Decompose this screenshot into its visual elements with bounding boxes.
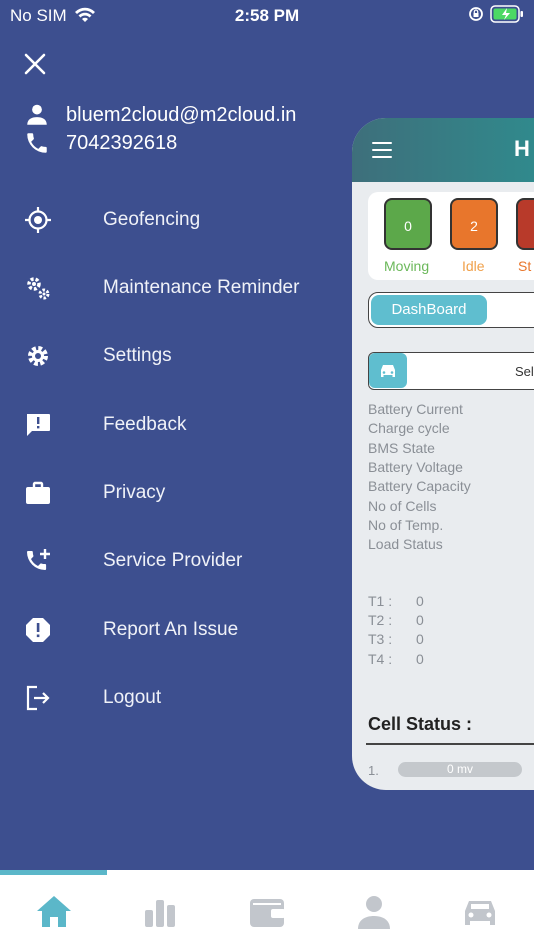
vehicle-status-summary: 0 2 Moving Idle St (368, 192, 534, 280)
bottom-tab-bar (0, 870, 534, 950)
background-app-card[interactable]: H 0 2 Moving Idle St DashBoard Sele Batt… (352, 118, 534, 790)
user-email: bluem2cloud@m2cloud.in (66, 103, 297, 126)
battery-charging-icon (490, 5, 523, 23)
gears-icon (27, 277, 50, 300)
info-no-of-temp: No of Temp. (368, 517, 444, 533)
car-icon[interactable] (460, 892, 500, 932)
cell-index: 1. (368, 763, 379, 778)
menu-item-settings[interactable]: Settings (0, 328, 330, 384)
info-bms-state: BMS State (368, 440, 435, 456)
dashboard-tab-row: DashBoard (368, 292, 534, 328)
menu-item-service-provider[interactable]: Service Provider (0, 533, 330, 589)
info-charge-cycle: Charge cycle (368, 420, 450, 436)
info-load-status: Load Status (368, 536, 443, 552)
menu-item-privacy[interactable]: Privacy (0, 465, 330, 521)
temp-value: 0 (416, 631, 424, 647)
user-phone: 7042392618 (66, 131, 178, 154)
menu-label: Feedback (103, 414, 187, 435)
phone-icon (27, 133, 47, 153)
person-icon (27, 104, 47, 125)
home-icon[interactable] (34, 892, 74, 932)
active-tab-indicator (0, 870, 107, 875)
temp-value: 0 (416, 612, 424, 628)
menu-item-maintenance-reminder[interactable]: Maintenance Reminder (0, 260, 330, 316)
temp-label: T4 : (368, 651, 393, 667)
person-icon[interactable] (354, 892, 394, 932)
app-header: H (352, 118, 534, 182)
cell-voltage-bar: 0 mv (398, 762, 522, 777)
menu-item-geofencing[interactable]: Geofencing (0, 192, 330, 248)
gear-icon (28, 346, 48, 366)
user-email-row: bluem2cloud@m2cloud.in (24, 102, 296, 128)
menu-label: Settings (103, 345, 172, 366)
info-battery-voltage: Battery Voltage (368, 459, 463, 475)
close-icon[interactable] (22, 51, 48, 77)
bar-chart-icon[interactable] (140, 892, 180, 932)
alert-icon (26, 618, 50, 642)
stat-idle[interactable]: 2 (450, 198, 498, 250)
wallet-icon[interactable] (247, 892, 287, 932)
cell-status-title: Cell Status : (368, 714, 473, 734)
stat-label-idle: Idle (462, 258, 485, 274)
stat-moving[interactable]: 0 (384, 198, 432, 250)
temp-label: T3 : (368, 631, 393, 647)
vehicle-select-row[interactable]: Sele (368, 352, 534, 390)
temp-label: T1 : (368, 593, 393, 609)
car-icon (381, 365, 395, 377)
hamburger-menu-icon[interactable] (372, 142, 392, 158)
stat-stopped[interactable] (516, 198, 534, 250)
info-battery-capacity: Battery Capacity (368, 478, 471, 494)
menu-item-feedback[interactable]: Feedback (0, 397, 330, 453)
temp-value: 0 (416, 651, 424, 667)
orientation-lock-icon (469, 7, 483, 21)
stat-label-moving: Moving (384, 258, 430, 274)
vehicle-select-label: Sele (515, 364, 534, 379)
menu-label: Maintenance Reminder (103, 277, 300, 298)
stat-label-stopped: St (518, 258, 532, 274)
status-time: 2:58 PM (234, 6, 300, 25)
menu-label: Service Provider (103, 550, 243, 571)
tab-dashboard[interactable]: DashBoard (371, 295, 487, 325)
menu-label: Geofencing (103, 209, 201, 230)
temp-label: T2 : (368, 612, 393, 628)
menu-label: Report An Issue (103, 619, 239, 640)
menu-item-logout[interactable]: Logout (0, 670, 330, 726)
logout-icon (26, 685, 50, 711)
briefcase-icon (26, 481, 50, 504)
menu-label: Logout (103, 687, 162, 708)
info-battery-current: Battery Current (368, 401, 463, 417)
status-bar: No SIM 2:58 PM (0, 0, 534, 32)
app-header-title: H (514, 136, 530, 161)
menu-label: Privacy (103, 482, 166, 503)
feedback-icon (27, 414, 50, 436)
geofence-icon (25, 207, 51, 233)
user-phone-row: 7042392618 (24, 130, 177, 156)
phone-add-icon (27, 549, 50, 571)
menu-item-report-an-issue[interactable]: Report An Issue (0, 602, 330, 658)
info-no-of-cells: No of Cells (368, 498, 437, 514)
divider (366, 743, 534, 745)
temp-value: 0 (416, 593, 424, 609)
